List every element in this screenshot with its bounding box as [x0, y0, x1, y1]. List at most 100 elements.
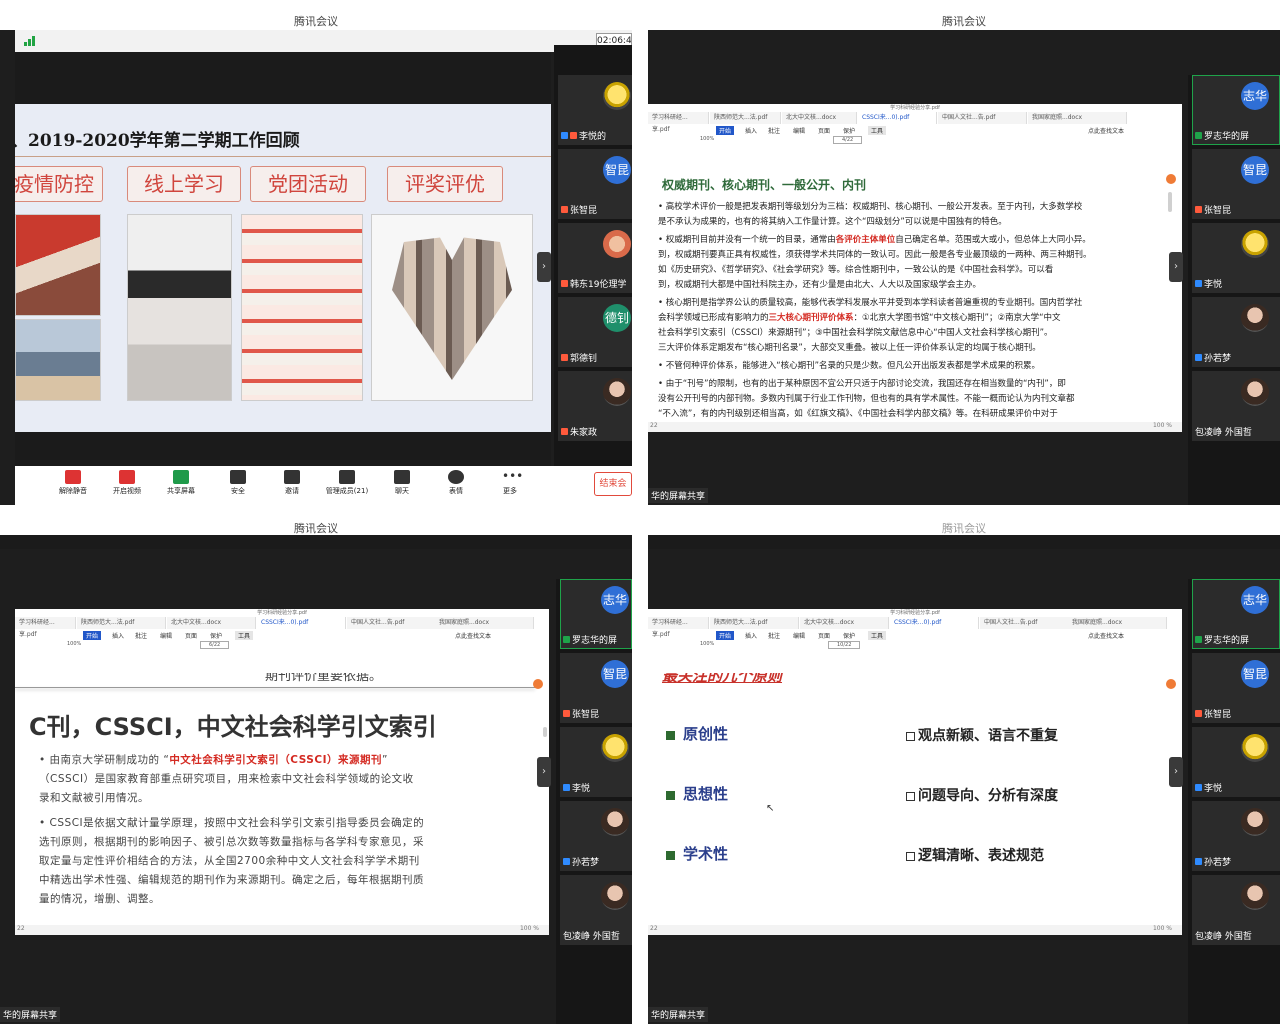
participant-name: 张智昆 [1204, 710, 1232, 720]
participant-tile[interactable]: 孙若梦 [1192, 297, 1280, 367]
share-screen-button[interactable]: 共享屏幕 [151, 470, 211, 496]
collapse-sidebar-button[interactable]: › [1169, 757, 1183, 787]
emoji-button[interactable]: 表情 [426, 470, 486, 496]
menu-insert[interactable]: 插入 [745, 126, 757, 135]
assistant-icon[interactable] [1166, 174, 1176, 184]
unmute-button[interactable]: 解除静音 [43, 470, 103, 496]
tab-doc-2[interactable]: 陕西师范大...法.pdf [710, 617, 799, 629]
tab-doc-1[interactable]: 学习科研经...享.pdf [648, 617, 709, 638]
collapse-sidebar-button[interactable]: › [537, 757, 551, 787]
participant-tile[interactable]: 智昆 张智昆 [558, 149, 632, 219]
participant-tile[interactable]: 智昆 张智昆 [1192, 149, 1280, 219]
participant-name: 孙若梦 [1204, 858, 1232, 868]
zoom-field[interactable]: 100% [700, 136, 714, 142]
manage-members-button[interactable]: 管理成员(21) [317, 470, 377, 496]
scrollbar[interactable] [543, 727, 547, 737]
search-field[interactable]: 点此查找文本 [1088, 631, 1124, 640]
zoom-field[interactable]: 100% [67, 641, 81, 647]
title-divider [15, 156, 551, 157]
participant-tile[interactable]: 韩东19伦理学 [558, 223, 632, 293]
tab-doc-2[interactable]: 陕西师范大...法.pdf [77, 617, 166, 629]
ribbon-menu: 开始 插入 批注 编辑 页面 保护 工具 点此查找文本 [648, 126, 1182, 136]
participant-tile[interactable]: 智昆 张智昆 [1192, 653, 1280, 723]
menu-annotate[interactable]: 批注 [135, 631, 147, 640]
menu-insert[interactable]: 插入 [745, 631, 757, 640]
participant-tile[interactable]: 包凌峥 外国哲 [1192, 371, 1280, 441]
end-meeting-button[interactable]: 结束会 [594, 472, 632, 496]
menu-edit[interactable]: 编辑 [793, 631, 805, 640]
menu-start[interactable]: 开始 [83, 631, 102, 640]
menu-protect[interactable]: 保护 [210, 631, 222, 640]
menu-protect[interactable]: 保护 [843, 126, 855, 135]
tab-doc-6[interactable]: 我国家庭照...docx [1068, 617, 1167, 629]
participant-tile[interactable]: 朱家政 [558, 371, 632, 441]
participant-tile[interactable]: 孙若梦 [1192, 801, 1280, 871]
tab-doc-2[interactable]: 陕西师范大...法.pdf [710, 112, 781, 124]
tab-doc-1[interactable]: 学习科研经...享.pdf [648, 112, 709, 133]
photo-volunteer [15, 214, 101, 316]
menu-page[interactable]: 页面 [185, 631, 197, 640]
page-fragment: 期刊评价重要依据。 [265, 673, 383, 684]
menu-edit[interactable]: 编辑 [160, 631, 172, 640]
menu-annotate[interactable]: 批注 [768, 126, 780, 135]
assistant-icon[interactable] [533, 679, 543, 689]
participant-tile[interactable]: 德钊 郭德钊 [558, 297, 632, 367]
participant-tile[interactable]: 李悦的 [558, 75, 632, 145]
tab-doc-3[interactable]: 北大中文核...docx [800, 617, 889, 629]
tab-doc-6[interactable]: 我国家庭照...docx [435, 617, 534, 629]
search-field[interactable]: 点此查找文本 [455, 631, 491, 640]
menu-tools[interactable]: 工具 [868, 631, 887, 640]
start-video-button[interactable]: 开启视频 [97, 470, 157, 496]
document-page: 最关注的几个原则 原创性 思想性 学术性 观点新颖、语言不重复 问题导向、分析有… [648, 673, 1182, 921]
assistant-icon[interactable] [1166, 679, 1176, 689]
menu-page[interactable]: 页面 [818, 631, 830, 640]
menu-edit[interactable]: 编辑 [793, 126, 805, 135]
participant-tile[interactable]: 包凌峥 外国哲 [1192, 875, 1280, 945]
tab-doc-5[interactable]: 中国人文社...告.pdf [347, 617, 436, 629]
participant-name: 李悦 [1204, 784, 1223, 794]
menu-insert[interactable]: 插入 [112, 631, 124, 640]
tab-doc-5[interactable]: 中国人文社...告.pdf [980, 617, 1069, 629]
page-field[interactable]: 6/22 [200, 641, 230, 649]
tab-doc-3[interactable]: 北大中文核...docx [167, 617, 256, 629]
screen-share-label: 华的屏幕共享 [648, 488, 709, 503]
participant-tile[interactable]: 李悦 [1192, 223, 1280, 293]
participant-tile[interactable]: 包凌峥 外国哲 [560, 875, 632, 945]
menu-start[interactable]: 开始 [716, 631, 735, 640]
participant-tile[interactable]: 李悦 [1192, 727, 1280, 797]
chat-button[interactable]: 聊天 [372, 470, 432, 496]
search-field[interactable]: 点此查找文本 [1088, 126, 1124, 135]
document-text: • 高校学术评价一般是把发表期刊等级划分为三档：权威期刊、核心期刊、一般公开发表… [658, 202, 1092, 419]
participant-tile[interactable]: 李悦 [560, 727, 632, 797]
page-field[interactable]: 4/22 [833, 136, 863, 144]
menu-annotate[interactable]: 批注 [768, 631, 780, 640]
tab-doc-1[interactable]: 学习科研经...享.pdf [15, 617, 76, 638]
tab-doc-4[interactable]: CSSCI来...0).pdf [890, 617, 979, 629]
collapse-sidebar-button[interactable]: › [537, 252, 551, 282]
menu-tools[interactable]: 工具 [868, 126, 887, 135]
menu-page[interactable]: 页面 [818, 126, 830, 135]
invite-button[interactable]: 邀请 [262, 470, 322, 496]
participant-tile[interactable]: 孙若梦 [560, 801, 632, 871]
menu-start[interactable]: 开始 [716, 126, 735, 135]
participant-list: 志华 罗志华的屏 智昆 张智昆 李悦 孙若梦 包凌峥 外国哲 [1188, 579, 1280, 1024]
menu-protect[interactable]: 保护 [843, 631, 855, 640]
participant-tile[interactable]: 智昆 张智昆 [560, 653, 632, 723]
tab-doc-6[interactable]: 我国家庭照...docx [1028, 112, 1127, 124]
tab-doc-4[interactable]: CSSCI来...0).pdf [257, 617, 346, 629]
participant-tile[interactable]: 志华 罗志华的屏 [1192, 75, 1280, 145]
page-field[interactable]: 10/22 [828, 641, 861, 649]
security-button[interactable]: 安全 [208, 470, 268, 496]
scrollbar[interactable] [1168, 192, 1172, 212]
tab-doc-5[interactable]: 中国人文社...告.pdf [938, 112, 1027, 124]
zoom-field[interactable]: 100% [700, 641, 714, 647]
participant-tile[interactable]: 志华 罗志华的屏 [1192, 579, 1280, 649]
participant-tile[interactable]: 志华 罗志华的屏 [560, 579, 632, 649]
share-screen-icon [173, 470, 189, 484]
participant-name: 李悦的 [579, 132, 607, 142]
more-button[interactable]: ••• 更多 [480, 470, 540, 496]
tab-doc-4[interactable]: CSSCI来...0).pdf [858, 112, 937, 124]
collapse-sidebar-button[interactable]: › [1169, 252, 1183, 282]
menu-tools[interactable]: 工具 [235, 631, 254, 640]
tab-doc-3[interactable]: 北大中文核...docx [782, 112, 857, 124]
